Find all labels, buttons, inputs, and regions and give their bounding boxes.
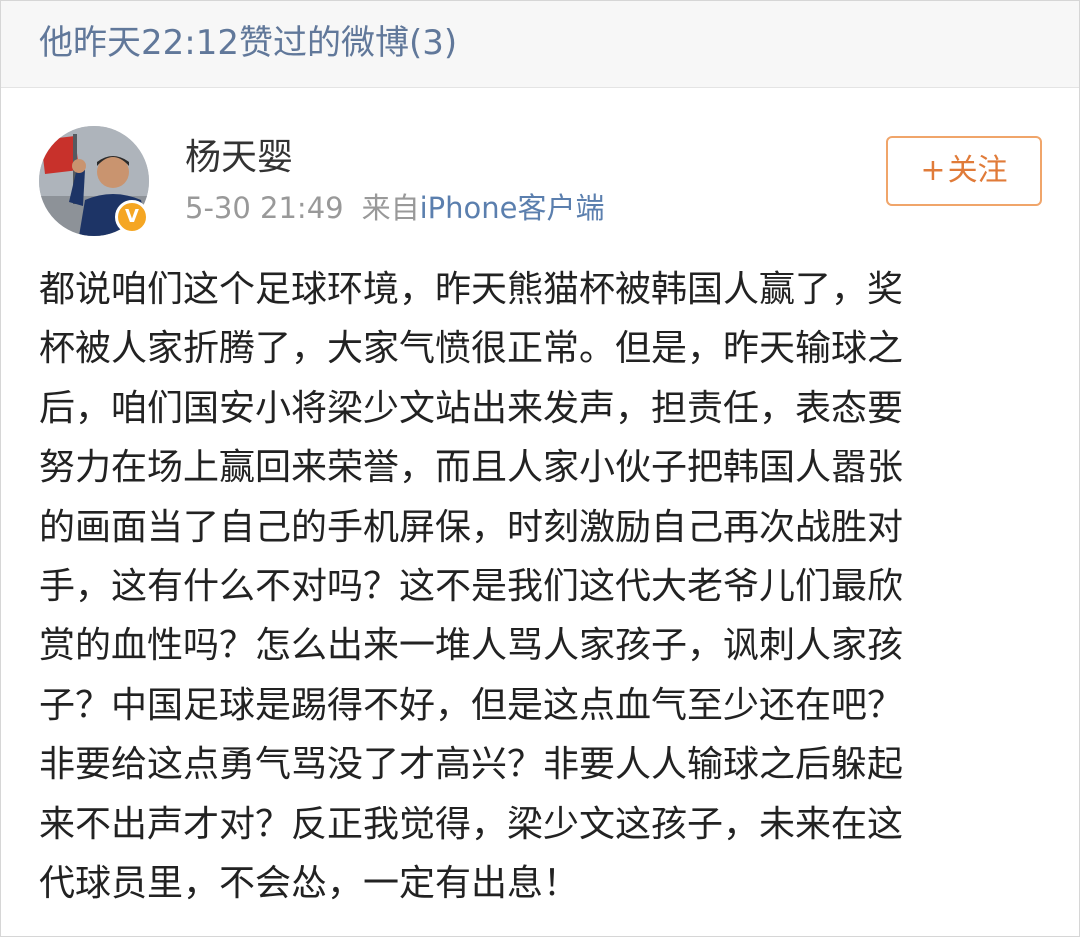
follow-label: 关注: [947, 153, 1008, 188]
post-timestamp: 5-30 21:49: [185, 191, 344, 225]
plus-icon: +: [920, 153, 946, 188]
post-text-line: 子？中国足球是踢得不好，但是这点血气至少还在吧？: [39, 684, 904, 726]
post-text-line: 代球员里，不会怂，一定有出息！: [39, 863, 580, 905]
post-text-line: 的画面当了自己的手机屏保，时刻激励自己再次战胜对: [39, 506, 904, 548]
post-text-line: 赏的血性吗？怎么出来一堆人骂人家孩子，讽刺人家孩: [39, 625, 904, 667]
author-name[interactable]: 杨天婴: [185, 136, 293, 180]
liked-posts-header: 他昨天22:12赞过的微博(3): [1, 1, 1079, 88]
verified-badge-icon: V: [115, 200, 149, 234]
post-body: 都说咱们这个足球环境，昨天熊猫杯被韩国人赢了，奖 杯被人家折腾了，大家气愤很正常…: [39, 260, 1049, 913]
post-text-line: 后，咱们国安小将梁少文站出来发声，担责任，表态要: [39, 387, 904, 429]
source-prefix: 来自: [361, 191, 420, 225]
post-text-line: 手，这有什么不对吗？这不是我们这代大老爷儿们最欣: [39, 566, 904, 608]
post-text-line: 都说咱们这个足球环境，昨天熊猫杯被韩国人赢了，奖: [39, 269, 904, 310]
weibo-post-card: V 杨天婴 5-30 21:49 来自iPhone客户端 +关注 都说咱们这个足球…: [1, 88, 1079, 936]
post-text-line: 来不出声才对？反正我觉得，梁少文这孩子，未来在这: [39, 803, 904, 845]
follow-button[interactable]: +关注: [886, 136, 1042, 206]
section-title: 他昨天22:12赞过的微博(3): [39, 23, 458, 63]
post-meta: 5-30 21:49 来自iPhone客户端: [185, 188, 605, 228]
weibo-screenshot: 他昨天22:12赞过的微博(3) V 杨天婴 5-30 21:49 来自iPhon…: [0, 0, 1080, 937]
post-text-line: 努力在场上赢回来荣誉，而且人家小伙子把韩国人嚣张: [39, 447, 904, 489]
post-text-line: 杯被人家折腾了，大家气愤很正常。但是，昨天输球之: [39, 328, 904, 370]
source-link[interactable]: iPhone客户端: [420, 191, 605, 225]
post-text-line: 非要给这点勇气骂没了才高兴？非要人人输球之后躲起: [39, 744, 904, 786]
